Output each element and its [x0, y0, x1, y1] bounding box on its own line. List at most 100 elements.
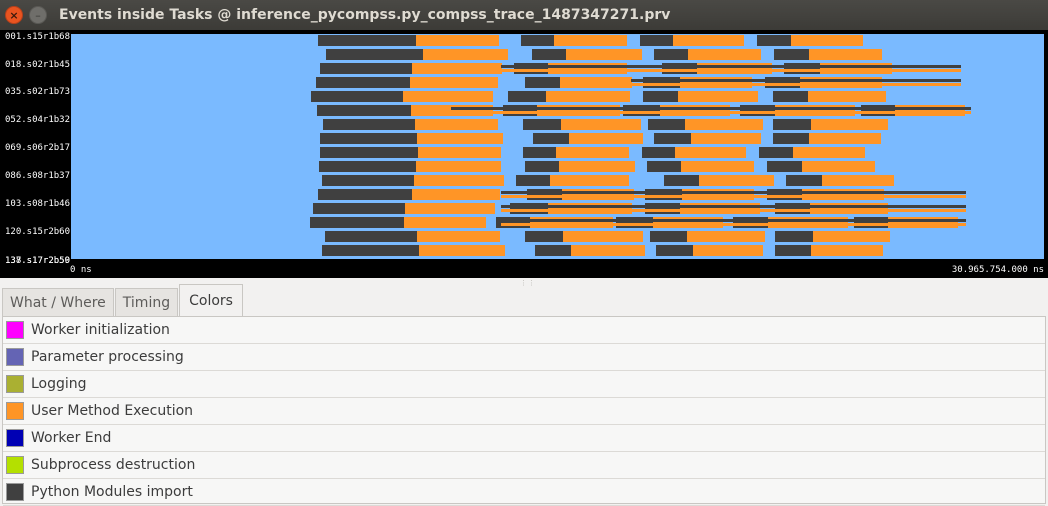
user-method-execution-burst — [563, 231, 643, 242]
python-modules-import-burst — [647, 161, 681, 172]
legend-swatch — [6, 456, 24, 474]
python-modules-import-burst — [317, 105, 411, 116]
user-method-execution-burst — [802, 161, 875, 172]
timeline-view[interactable]: 001.s15r1b68 018.s02r1b45 035.s02r1b73 052.… — [0, 30, 1048, 278]
python-modules-import-burst — [640, 35, 673, 46]
user-method-execution-burst — [822, 175, 894, 186]
legend-label: Logging — [31, 376, 87, 392]
user-method-execution-burst — [811, 119, 888, 130]
python-modules-import-burst — [313, 203, 405, 214]
python-modules-import-burst — [654, 49, 688, 60]
user-method-execution-burst — [404, 217, 486, 228]
legend-item-worker-end: Worker End — [3, 425, 1045, 452]
python-modules-import-burst — [523, 119, 561, 130]
python-modules-import-burst — [533, 133, 569, 144]
user-method-execution-burst — [546, 91, 630, 102]
user-method-execution-burst — [809, 49, 882, 60]
legend-swatch — [6, 402, 24, 420]
user-method-execution-burst — [417, 231, 500, 242]
user-method-execution-burst — [793, 147, 865, 158]
row-label: 018.s02r1b45 — [5, 60, 71, 70]
tab-bar: What / Where Timing Colors — [2, 284, 244, 316]
python-modules-import-burst — [521, 35, 554, 46]
row-label: 001.s15r1b68 — [5, 32, 71, 42]
minimize-icon: – — [35, 8, 41, 22]
user-method-execution-burst — [561, 119, 641, 130]
close-icon: × — [9, 8, 19, 22]
user-method-execution-burst — [569, 133, 643, 144]
python-modules-import-burst — [325, 231, 417, 242]
row-label: 086.s08r1b37 — [5, 171, 71, 181]
python-modules-import-burst — [767, 161, 802, 172]
event-line — [631, 83, 961, 86]
user-method-execution-burst — [416, 35, 499, 46]
user-method-execution-burst — [688, 49, 761, 60]
python-modules-import-burst — [311, 91, 403, 102]
legend-swatch — [6, 483, 24, 501]
python-modules-import-burst — [773, 119, 811, 130]
user-method-execution-burst — [418, 147, 501, 158]
splitter-handle[interactable]: ⋮⋮ — [520, 279, 536, 287]
python-modules-import-burst — [535, 245, 571, 256]
user-method-execution-burst — [417, 133, 503, 144]
python-modules-import-burst — [322, 175, 414, 186]
legend-swatch — [6, 321, 24, 339]
event-line — [501, 209, 966, 212]
user-method-execution-burst — [809, 133, 881, 144]
python-modules-import-burst — [654, 133, 691, 144]
user-method-execution-burst — [416, 161, 501, 172]
user-method-execution-burst — [556, 147, 629, 158]
user-method-execution-burst — [678, 91, 758, 102]
legend-item-logging: Logging — [3, 371, 1045, 398]
user-method-execution-burst — [675, 147, 746, 158]
legend-item-parameter-processing: Parameter processing — [3, 344, 1045, 371]
python-modules-import-burst — [525, 77, 560, 88]
python-modules-import-burst — [316, 77, 410, 88]
python-modules-import-burst — [773, 91, 808, 102]
python-modules-import-burst — [664, 175, 699, 186]
row-label: 103.s08r1b46 — [5, 199, 71, 209]
python-modules-import-burst — [525, 161, 559, 172]
legend-label: User Method Execution — [31, 403, 194, 419]
user-method-execution-burst — [791, 35, 863, 46]
event-line — [501, 205, 966, 208]
python-modules-import-burst — [759, 147, 793, 158]
legend-label: Parameter processing — [31, 349, 184, 365]
event-line — [501, 195, 966, 198]
user-method-execution-burst — [412, 189, 500, 200]
user-method-execution-burst — [403, 91, 493, 102]
user-method-execution-burst — [414, 175, 504, 186]
event-line — [501, 223, 966, 226]
python-modules-import-burst — [326, 49, 423, 60]
python-modules-import-burst — [774, 49, 809, 60]
tab-what-where[interactable]: What / Where — [2, 288, 114, 316]
python-modules-import-burst — [318, 189, 412, 200]
user-method-execution-burst — [412, 63, 502, 74]
legend-item-worker-initialization: Worker initialization — [3, 317, 1045, 344]
legend-item-user-method-execution: User Method Execution — [3, 398, 1045, 425]
event-line — [501, 191, 966, 194]
user-method-execution-burst — [566, 49, 642, 60]
user-method-execution-burst — [415, 119, 498, 130]
row-label: 069.s06r2b17 — [5, 143, 71, 153]
minimize-window-button[interactable]: – — [29, 6, 47, 24]
python-modules-import-burst — [516, 175, 550, 186]
event-line — [451, 107, 971, 110]
user-method-execution-burst — [673, 35, 744, 46]
user-method-execution-burst — [808, 91, 886, 102]
python-modules-import-burst — [318, 35, 416, 46]
close-window-button[interactable]: × — [5, 6, 23, 24]
python-modules-import-burst — [656, 245, 693, 256]
user-method-execution-burst — [693, 245, 763, 256]
python-modules-import-burst — [320, 63, 412, 74]
legend-swatch — [6, 429, 24, 447]
timeline-plot[interactable] — [71, 34, 1044, 259]
legend-label: Worker End — [31, 430, 112, 446]
legend-item-subprocess-destruction: Subprocess destruction — [3, 452, 1045, 479]
python-modules-import-burst — [523, 147, 556, 158]
tab-timing[interactable]: Timing — [114, 288, 179, 316]
python-modules-import-burst — [310, 217, 404, 228]
legend-swatch — [6, 348, 24, 366]
legend-item-python-modules-import: Python Modules import — [3, 479, 1045, 506]
tab-colors[interactable]: Colors — [179, 284, 243, 316]
